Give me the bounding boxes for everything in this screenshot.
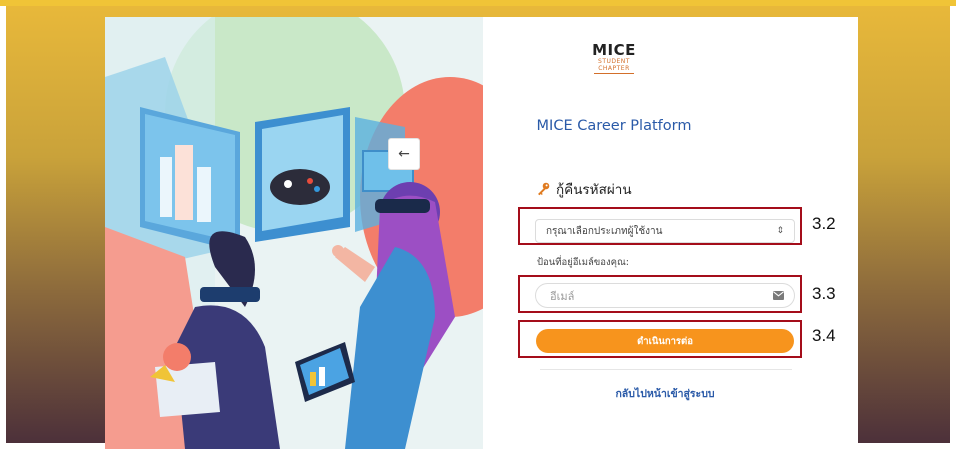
section-heading: กู้คืนรหัสผ่าน (536, 178, 632, 200)
key-icon (538, 182, 550, 196)
annotation-label-continue: 3.4 (812, 326, 836, 345)
top-border (0, 0, 956, 6)
annotation-box-continue (518, 320, 802, 358)
right-border (950, 6, 956, 449)
annotation-box-select (518, 207, 802, 245)
arrow-left-icon: ← (398, 146, 410, 162)
annotation-label-email: 3.3 (812, 284, 836, 303)
section-title-text: กู้คืนรหัสผ่าน (556, 182, 632, 198)
divider (540, 369, 792, 370)
left-border (0, 6, 6, 449)
annotation-box-email (518, 275, 802, 313)
logo-line2: CHAPTER (598, 65, 630, 72)
platform-title: MICE Career Platform (536, 118, 692, 134)
mice-logo: MICE STUDENT CHAPTER (536, 42, 692, 74)
logo-line1: STUDENT (598, 58, 630, 65)
logo-underline (594, 73, 634, 74)
annotation-label-select: 3.2 (812, 214, 836, 233)
back-button[interactable]: ← (388, 138, 420, 170)
logo-title: MICE (592, 41, 636, 59)
email-label: ป้อนที่อยู่อีเมล์ของคุณ: (537, 257, 630, 268)
vr-illustration (105, 17, 483, 449)
back-to-login-link[interactable]: กลับไปหน้าเข้าสู่ระบบ (560, 385, 770, 402)
